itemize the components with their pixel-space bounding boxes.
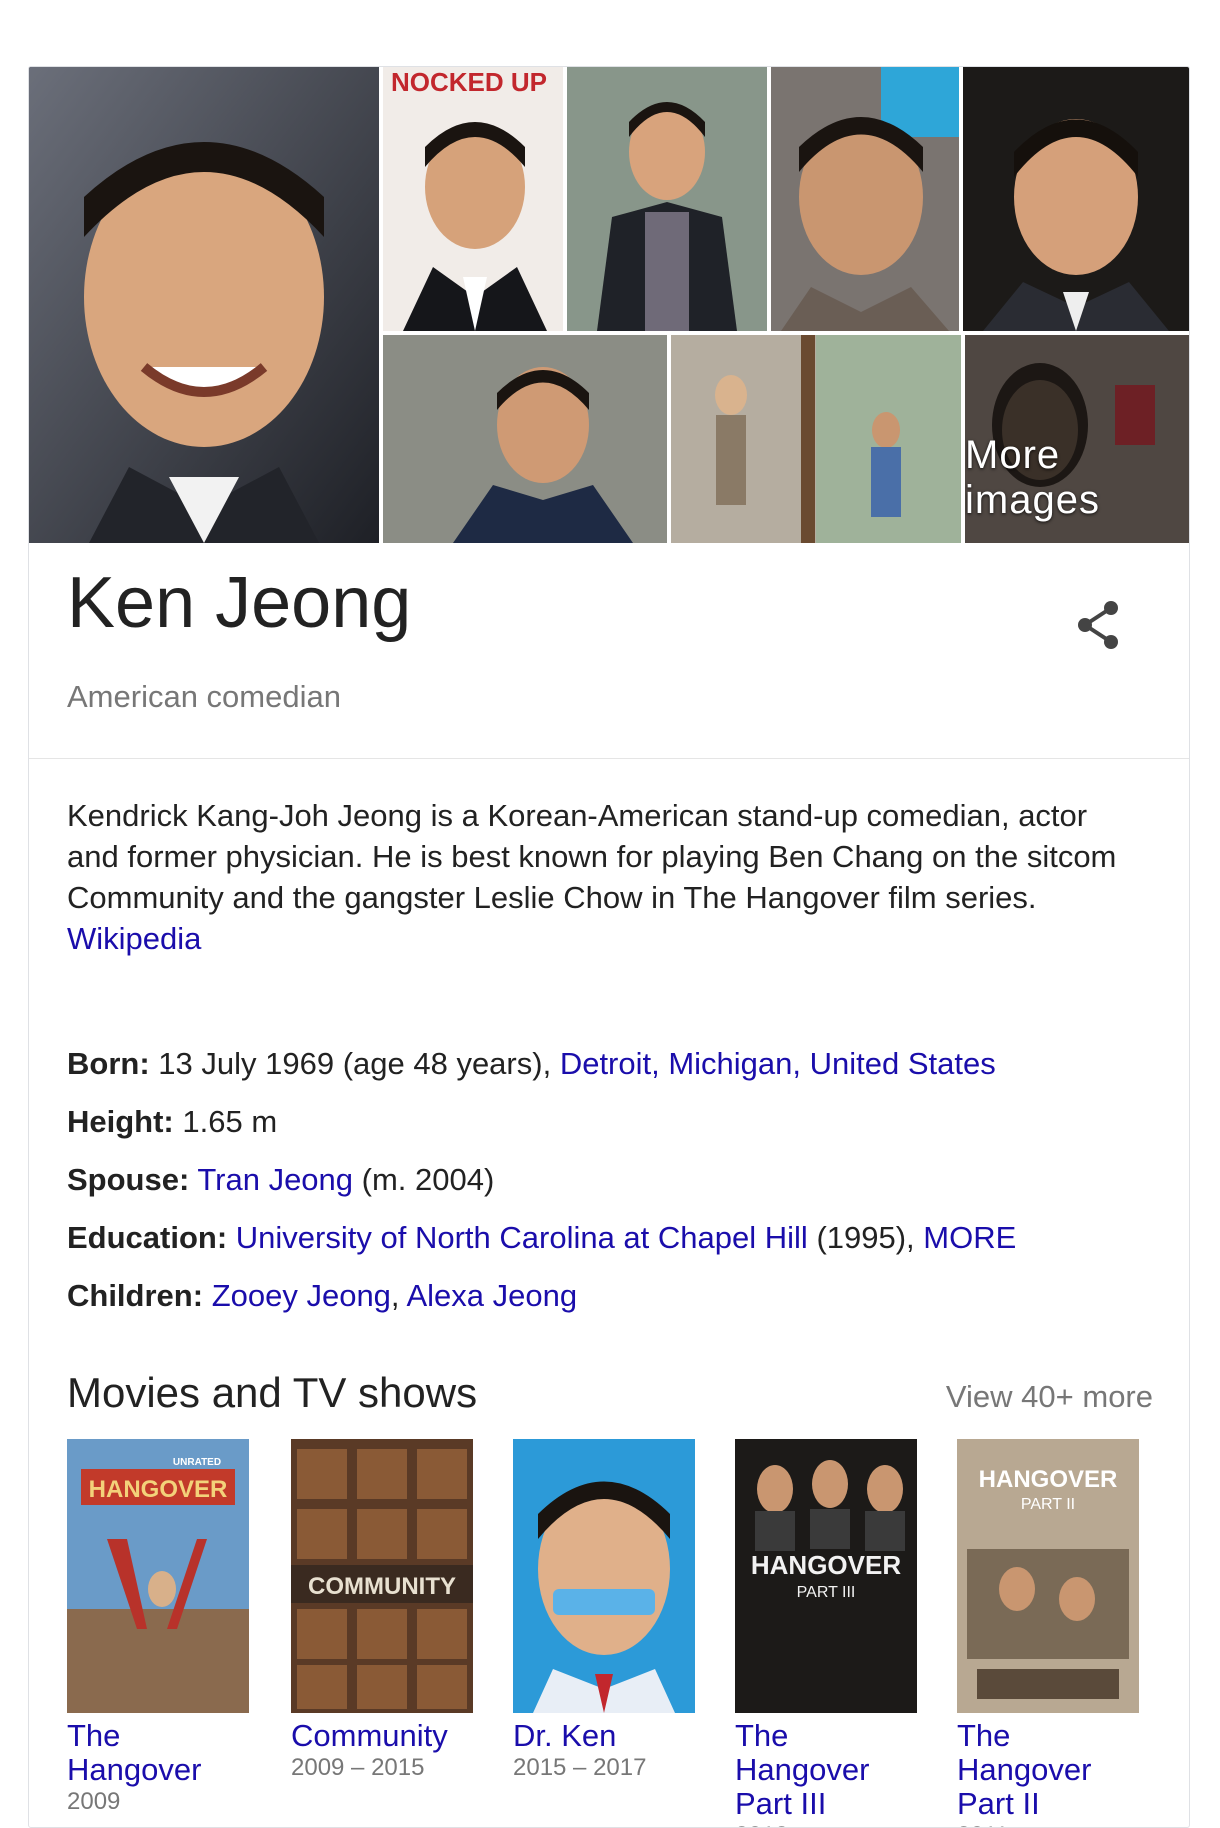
movie-card[interactable]: HANGOVER PART II The Hangover Part II 20… xyxy=(957,1439,1139,1827)
poster-badge: UNRATED xyxy=(173,1457,221,1468)
section-divider xyxy=(29,758,1189,759)
svg-text:NOCKED UP: NOCKED UP xyxy=(391,67,547,97)
wikipedia-link[interactable]: Wikipedia xyxy=(67,921,201,956)
image-thumbnail[interactable] xyxy=(771,67,959,331)
fact-separator: , xyxy=(390,1278,407,1313)
fact-spouse: Spouse: Tran Jeong (m. 2004) xyxy=(67,1151,1167,1209)
movie-year: 2011 xyxy=(957,1821,1139,1827)
education-more-link[interactable]: MORE xyxy=(923,1220,1016,1255)
spouse-link[interactable]: Tran Jeong xyxy=(197,1162,353,1197)
fact-born: Born: 13 July 1969 (age 48 years), Detro… xyxy=(67,1035,1167,1093)
entity-title: Ken Jeong xyxy=(67,563,412,643)
entity-description: Kendrick Kang-Joh Jeong is a Korean-Amer… xyxy=(67,795,1147,959)
child-link[interactable]: Zooey Jeong xyxy=(212,1278,391,1313)
image-thumbnail[interactable] xyxy=(671,335,961,543)
movie-title[interactable]: The Hangover Part II xyxy=(957,1719,1139,1821)
fact-value: 1.65 m xyxy=(182,1104,278,1139)
fact-label: Height: xyxy=(67,1104,174,1139)
fact-education: Education: University of North Carolina … xyxy=(67,1209,1167,1267)
fact-value: (1995), xyxy=(816,1220,924,1255)
view-more-link[interactable]: View 40+ more xyxy=(946,1379,1153,1415)
movie-card[interactable]: HANGOVER PART III The Hangover Part III … xyxy=(735,1439,917,1827)
movie-year: 2015 – 2017 xyxy=(513,1754,647,1781)
more-images-label: More images xyxy=(965,433,1100,522)
movie-year: 2009 – 2015 xyxy=(291,1754,425,1781)
movie-poster[interactable]: HANGOVER UNRATED xyxy=(67,1439,249,1713)
fact-height: Height: 1.65 m xyxy=(67,1093,1167,1151)
poster-subtext: PART III xyxy=(797,1584,856,1601)
main-portrait-image[interactable] xyxy=(29,67,379,543)
fact-value: 13 July 1969 (age 48 years), xyxy=(158,1046,560,1081)
movie-title[interactable]: Community xyxy=(291,1719,473,1753)
fact-label: Born: xyxy=(67,1046,150,1081)
image-thumbnail[interactable] xyxy=(567,67,767,331)
fact-value: (m. 2004) xyxy=(361,1162,495,1197)
knowledge-panel: NOCKED UP More images Ken Jeong American… xyxy=(28,66,1190,1828)
movie-year: 2009 xyxy=(67,1788,121,1815)
movie-card[interactable]: HANGOVER UNRATED The Hangover 2009 xyxy=(67,1439,249,1817)
image-mosaic: NOCKED UP More images xyxy=(29,67,1189,543)
fact-label: Spouse: xyxy=(67,1162,190,1197)
education-link[interactable]: University of North Carolina at Chapel H… xyxy=(236,1220,808,1255)
image-thumbnail[interactable]: NOCKED UP xyxy=(383,67,563,331)
movie-title[interactable]: The Hangover Part III xyxy=(735,1719,917,1821)
poster-text: COMMUNITY xyxy=(308,1573,456,1600)
poster-subtext: PART II xyxy=(1021,1496,1075,1513)
description-text: Kendrick Kang-Joh Jeong is a Korean-Amer… xyxy=(67,798,1117,915)
fact-label: Children: xyxy=(67,1278,204,1313)
movie-poster[interactable]: COMMUNITY xyxy=(291,1439,473,1713)
more-images-button[interactable]: More images xyxy=(965,335,1189,543)
birthplace-link[interactable]: Detroit, Michigan, United States xyxy=(560,1046,996,1081)
image-thumbnail[interactable] xyxy=(963,67,1189,331)
fact-children: Children: Zooey Jeong, Alexa Jeong xyxy=(67,1267,1167,1325)
movie-year: 2013 xyxy=(735,1821,917,1827)
share-icon xyxy=(1078,601,1118,649)
movie-poster[interactable]: HANGOVER PART III xyxy=(735,1439,917,1713)
share-button[interactable] xyxy=(1069,595,1129,655)
entity-subtitle: American comedian xyxy=(67,679,341,714)
movie-title[interactable]: Dr. Ken xyxy=(513,1719,695,1753)
movie-poster[interactable] xyxy=(513,1439,695,1713)
movie-card[interactable]: COMMUNITY Community 2009 – 2015 xyxy=(291,1439,473,1783)
image-thumbnail[interactable] xyxy=(383,335,667,543)
movie-card[interactable]: Dr. Ken 2015 – 2017 xyxy=(513,1439,695,1783)
movie-title[interactable]: The Hangover xyxy=(67,1719,249,1787)
poster-text: HANGOVER xyxy=(89,1476,228,1503)
child-link[interactable]: Alexa Jeong xyxy=(406,1278,577,1313)
facts-list: Born: 13 July 1969 (age 48 years), Detro… xyxy=(67,1035,1167,1325)
movies-heading: Movies and TV shows xyxy=(67,1369,478,1416)
poster-text: HANGOVER xyxy=(979,1466,1118,1493)
fact-label: Education: xyxy=(67,1220,228,1255)
poster-text: HANGOVER xyxy=(751,1550,901,1580)
movie-poster[interactable]: HANGOVER PART II xyxy=(957,1439,1139,1713)
